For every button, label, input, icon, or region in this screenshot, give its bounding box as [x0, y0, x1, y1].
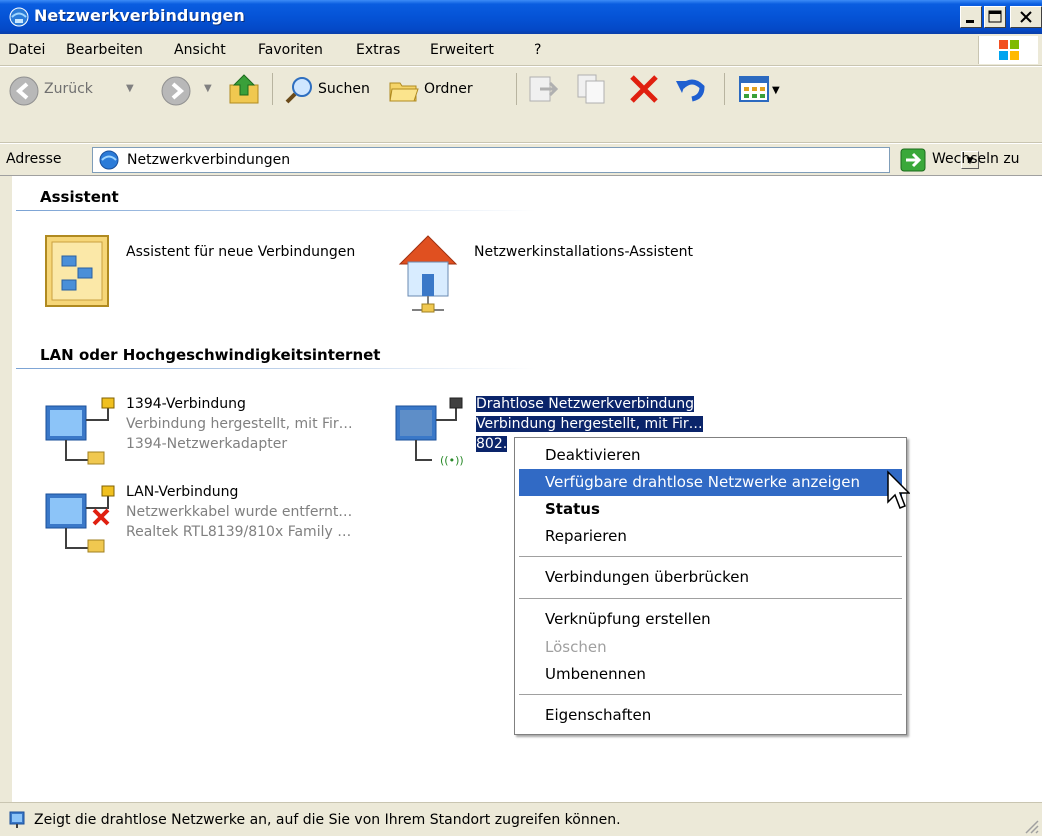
close-button[interactable] — [1010, 6, 1042, 28]
go-button-label[interactable]: Wechseln zu — [932, 151, 1020, 167]
window-title: Netzwerkverbindungen — [34, 6, 245, 25]
group-title-lan: LAN oder Hochgeschwindigkeitsinternet — [40, 346, 381, 364]
address-label: Adresse — [6, 151, 62, 167]
connection-status: Verbindung hergestellt, mit Fir… — [476, 416, 703, 432]
ctx-bridge-connections[interactable]: Verbindungen überbrücken — [519, 564, 902, 591]
network-setup-wizard-label: Netzwerkinstallations-Assistent — [474, 244, 694, 260]
network-connection-icon — [45, 397, 115, 465]
address-field[interactable]: Netzwerkverbindungen ▼ — [92, 147, 979, 173]
delete-icon[interactable] — [628, 75, 660, 103]
menu-bar: Datei Bearbeiten Ansicht Favoriten Extra… — [0, 34, 1042, 66]
ctx-rename[interactable]: Umbenennen — [519, 661, 902, 688]
ctx-view-wireless-networks[interactable]: Verfügbare drahtlose Netzwerke anzeigen — [519, 469, 902, 496]
ctx-separator — [519, 598, 902, 599]
menu-view[interactable]: Ansicht — [174, 42, 226, 58]
wireless-status-icon — [9, 811, 25, 828]
back-dropdown-icon[interactable]: ▼ — [126, 83, 134, 94]
maximize-icon — [988, 10, 1002, 23]
new-connection-wizard[interactable]: Assistent für neue Verbindungen — [42, 232, 382, 312]
windows-flag-icon — [999, 40, 1019, 60]
connection-status: Netzwerkkabel wurde entfernt… — [126, 504, 353, 520]
ctx-delete: Löschen — [545, 638, 607, 656]
connection-device: Realtek RTL8139/810x Family … — [126, 524, 352, 540]
close-icon — [1020, 11, 1032, 23]
connection-device: 1394-Netzwerkadapter — [126, 436, 288, 452]
wireless-connection-icon: ((•)) — [395, 397, 464, 466]
network-setup-wizard[interactable]: Netzwerkinstallations-Assistent — [396, 228, 736, 318]
mouse-cursor-icon — [887, 470, 910, 509]
ctx-disable[interactable]: Deaktivieren — [519, 442, 902, 469]
context-menu: Deaktivieren Verfügbare drahtlose Netzwe… — [514, 437, 907, 735]
address-bar: Adresse Netzwerkverbindungen ▼ Wechseln … — [0, 144, 1042, 176]
minimize-button[interactable] — [960, 6, 982, 28]
window-left-border — [0, 176, 12, 802]
group-divider — [16, 210, 536, 211]
group-title-assistant: Assistent — [40, 188, 119, 206]
network-connections-icon — [99, 150, 119, 170]
ctx-status[interactable]: Status — [519, 496, 902, 523]
folders-icon — [389, 82, 419, 102]
toolbar: Zurück ▼ ▼ Suchen Ordner ▼ — [0, 67, 1042, 143]
search-icon — [285, 77, 312, 104]
resize-grip-icon[interactable] — [1020, 815, 1040, 835]
ctx-separator — [519, 694, 902, 695]
new-connection-wizard-label: Assistent für neue Verbindungen — [126, 244, 356, 260]
svg-text:((•)): ((•)) — [440, 454, 464, 466]
minimize-icon — [966, 20, 974, 23]
connection-status: Verbindung hergestellt, mit Fir… — [126, 416, 353, 432]
ctx-repair[interactable]: Reparieren — [519, 523, 902, 550]
toolbar-separator — [516, 73, 517, 105]
connection-device: 802. — [476, 436, 508, 452]
connection-lan[interactable]: LAN-Verbindung Netzwerkkabel wurde entfe… — [42, 484, 402, 554]
menu-help[interactable]: ? — [534, 42, 541, 58]
windows-logo — [978, 36, 1038, 64]
back-button[interactable]: Zurück ▼ — [4, 71, 154, 107]
group-divider — [16, 368, 536, 369]
folders-label: Ordner — [424, 81, 473, 97]
forward-dropdown-icon[interactable]: ▼ — [204, 83, 212, 94]
wizard-book-icon — [45, 235, 109, 307]
svg-text:▼: ▼ — [772, 85, 780, 96]
toolbar-separator — [724, 73, 725, 105]
toolbar-separator — [272, 73, 273, 105]
go-arrow-icon[interactable] — [900, 148, 926, 172]
search-button[interactable]: Suchen — [282, 71, 382, 107]
back-arrow-icon — [9, 76, 39, 106]
search-label: Suchen — [318, 81, 370, 97]
views-icon[interactable]: ▼ — [738, 75, 786, 103]
forward-button[interactable]: ▼ — [160, 71, 220, 107]
menu-advanced[interactable]: Erweitert — [430, 42, 494, 58]
status-text: Zeigt die drahtlose Netzwerke an, auf di… — [34, 812, 621, 828]
network-disconnected-icon — [45, 485, 115, 553]
connection-name: Drahtlose Netzwerkverbindung — [476, 396, 694, 412]
folders-button[interactable]: Ordner — [386, 71, 506, 107]
menu-tools[interactable]: Extras — [356, 42, 400, 58]
menu-edit[interactable]: Bearbeiten — [66, 42, 143, 58]
menu-favorites[interactable]: Favoriten — [258, 42, 323, 58]
connection-1394[interactable]: 1394-Verbindung Verbindung hergestellt, … — [42, 396, 392, 466]
connection-name: LAN-Verbindung — [126, 484, 239, 500]
menu-file[interactable]: Datei — [8, 42, 45, 58]
copy-to-icon[interactable] — [576, 73, 612, 105]
ctx-separator — [519, 556, 902, 557]
connection-name: 1394-Verbindung — [126, 396, 246, 412]
address-value: Netzwerkverbindungen — [127, 152, 291, 168]
status-bar: Zeigt die drahtlose Netzwerke an, auf di… — [0, 802, 1042, 836]
network-connections-icon — [9, 7, 29, 27]
ctx-properties[interactable]: Eigenschaften — [519, 702, 902, 729]
title-bar[interactable]: Netzwerkverbindungen — [0, 0, 1042, 34]
undo-icon[interactable] — [674, 73, 708, 105]
ctx-create-shortcut[interactable]: Verknüpfung erstellen — [519, 606, 902, 633]
maximize-button[interactable] — [984, 6, 1006, 28]
back-label: Zurück — [44, 81, 93, 97]
move-to-icon[interactable] — [526, 73, 562, 105]
folder-up-icon[interactable] — [228, 73, 262, 105]
forward-arrow-icon — [161, 76, 191, 106]
house-network-icon — [398, 235, 458, 313]
